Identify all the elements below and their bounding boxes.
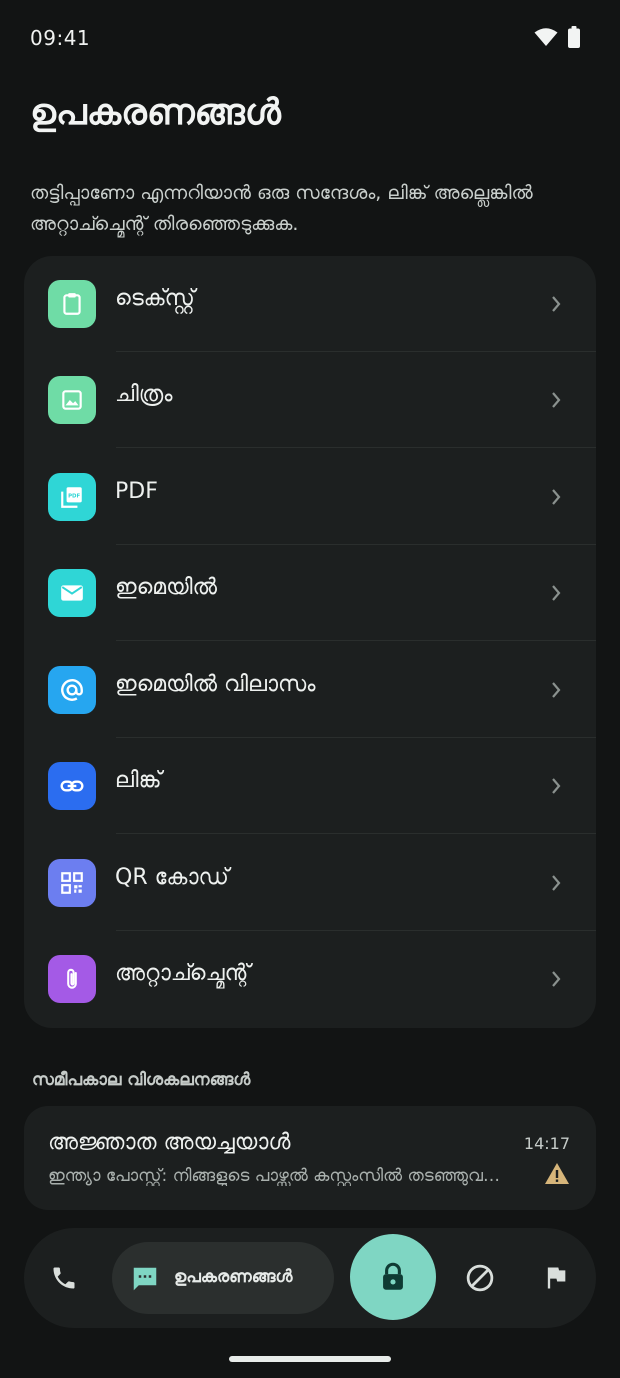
chevron-right-icon	[552, 971, 561, 987]
recent-section-title: സമീപകാല വിശകലനങ്ങൾ	[32, 1070, 251, 1090]
chevron-right-icon	[552, 296, 561, 312]
chevron-right-icon	[552, 682, 561, 698]
at-icon	[48, 666, 96, 714]
chevron-right-icon	[552, 778, 561, 794]
status-icons	[534, 26, 580, 48]
clipboard-icon	[48, 280, 96, 328]
mail-icon	[48, 569, 96, 617]
tool-item-link[interactable]: ലിങ്ക്	[24, 738, 596, 834]
page-title: ഉപകരണങ്ങൾ	[30, 92, 281, 133]
link-icon	[48, 762, 96, 810]
block-icon	[466, 1264, 494, 1292]
battery-icon	[568, 26, 580, 48]
status-bar: 09:41	[0, 0, 620, 76]
recent-time: 14:17	[523, 1134, 570, 1153]
nav-tools-label: ഉപകരണങ്ങൾ	[174, 1267, 293, 1287]
image-icon	[48, 376, 96, 424]
tool-item-email-address[interactable]: ഇമെയിൽ വിലാസം	[24, 642, 596, 738]
chevron-right-icon	[552, 392, 561, 408]
flag-icon	[547, 1267, 566, 1289]
tool-item-label: ടെക്സ്റ്റ്	[115, 286, 195, 311]
tool-item-label: ചിത്രം	[115, 382, 173, 407]
recent-preview: ഇന്ത്യാ പോസ്റ്റ്: നിങ്ങളുടെ പാഴ്സൽ കസ്റ്…	[48, 1166, 508, 1186]
pdf-icon: PDF	[48, 473, 96, 521]
tool-item-label: PDF	[115, 479, 158, 504]
chevron-right-icon	[552, 489, 561, 505]
bottom-navigation: ഉപകരണങ്ങൾ	[24, 1228, 596, 1328]
nav-tools-tab[interactable]: ഉപകരണങ്ങൾ	[112, 1242, 334, 1314]
tool-item-pdf[interactable]: PDF PDF	[24, 449, 596, 545]
tool-item-label: ഇമെയിൽ വിലാസം	[115, 672, 316, 697]
lock-icon	[383, 1262, 403, 1290]
tool-item-label: അറ്റാച്ച്മെന്റ്	[115, 961, 251, 986]
nav-block-button[interactable]	[462, 1260, 498, 1296]
home-indicator[interactable]	[229, 1356, 391, 1362]
svg-text:PDF: PDF	[68, 494, 80, 500]
status-time: 09:41	[30, 26, 91, 50]
warning-icon	[545, 1163, 569, 1184]
chat-icon	[133, 1267, 157, 1291]
tool-item-email[interactable]: ഇമെയിൽ	[24, 545, 596, 641]
chevron-right-icon	[552, 875, 561, 891]
tool-item-image[interactable]: ചിത്രം	[24, 352, 596, 448]
phone-icon	[53, 1267, 75, 1289]
tool-item-qr-code[interactable]: QR കോഡ്	[24, 835, 596, 931]
nav-lock-button[interactable]	[350, 1234, 436, 1320]
page-description: തട്ടിപ്പാണോ എന്നറിയാൻ ഒരു സന്ദേശം, ലിങ്ക…	[30, 182, 533, 235]
tool-item-label: ഇമെയിൽ	[115, 575, 217, 600]
tool-item-label: QR കോഡ്	[115, 865, 229, 890]
wifi-icon	[534, 28, 558, 46]
qr-code-icon	[48, 859, 96, 907]
nav-flag-button[interactable]	[538, 1260, 574, 1296]
nav-call-button[interactable]	[46, 1260, 82, 1296]
paperclip-icon	[48, 955, 96, 1003]
divider	[116, 640, 596, 641]
divider	[116, 833, 596, 834]
recent-item[interactable]: അജ്ഞാത അയച്ചയാൾ ഇന്ത്യാ പോസ്റ്റ്: നിങ്ങള…	[24, 1106, 596, 1210]
chevron-right-icon	[552, 585, 561, 601]
tool-item-attachment[interactable]: അറ്റാച്ച്മെന്റ്	[24, 931, 596, 1027]
tool-item-label: ലിങ്ക്	[115, 768, 162, 793]
divider	[116, 447, 596, 448]
tool-list: ടെക്സ്റ്റ് ചിത്രം PDF PDF ഇമെയിൽ ഇമെയിൽ …	[24, 256, 596, 1028]
tool-item-text[interactable]: ടെക്സ്റ്റ്	[24, 256, 596, 352]
recent-sender: അജ്ഞാത അയച്ചയാൾ	[48, 1130, 291, 1155]
